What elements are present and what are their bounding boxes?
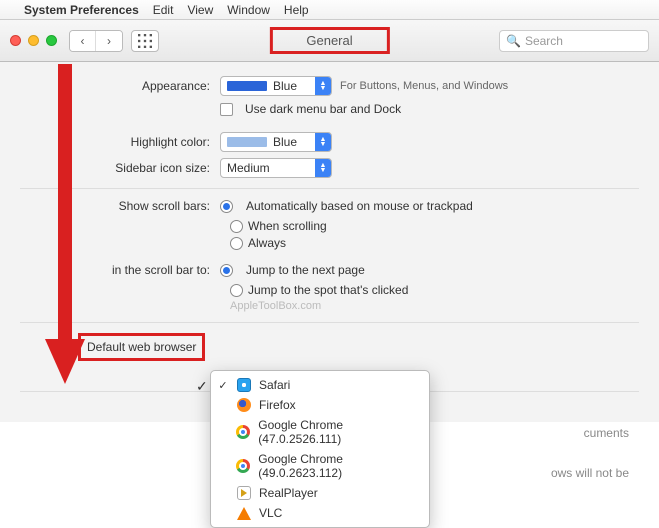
minimize-button[interactable] xyxy=(28,35,39,46)
dropdown-item-chrome-49[interactable]: Google Chrome (49.0.2623.112) xyxy=(211,449,429,483)
grid-icon xyxy=(138,34,152,48)
chevron-updown-icon: ▲▼ xyxy=(315,133,331,151)
chevron-updown-icon: ▲▼ xyxy=(315,159,331,177)
dropdown-item-vlc[interactable]: VLC xyxy=(211,503,429,523)
scrollclick-radio-spot[interactable] xyxy=(230,284,243,297)
default-browser-label: Default web browser xyxy=(78,333,205,361)
obscured-text: ows will not be xyxy=(551,466,629,480)
appearance-select[interactable]: Blue ▲▼ xyxy=(220,76,332,96)
back-button[interactable]: ‹ xyxy=(70,31,96,51)
divider xyxy=(20,322,639,323)
view-menu[interactable]: View xyxy=(187,3,213,17)
help-menu[interactable]: Help xyxy=(284,3,309,17)
search-icon: 🔍 xyxy=(506,34,521,48)
appearance-label: Appearance: xyxy=(20,79,220,93)
scrollbars-radio-when[interactable] xyxy=(230,220,243,233)
dropdown-item-firefox[interactable]: Firefox xyxy=(211,395,429,415)
dark-mode-checkbox[interactable] xyxy=(220,103,233,116)
search-field[interactable]: 🔍 Search xyxy=(499,30,649,52)
scrollbars-radio-always[interactable] xyxy=(230,237,243,250)
highlight-value: Blue xyxy=(273,135,315,149)
scrollbars-option-2: Always xyxy=(248,236,286,250)
obscured-text: cuments xyxy=(584,426,629,440)
highlight-select[interactable]: Blue ▲▼ xyxy=(220,132,332,152)
menubar: System Preferences Edit View Window Help xyxy=(0,0,659,20)
forward-button[interactable]: › xyxy=(96,31,122,51)
dropdown-label: Firefox xyxy=(259,398,296,412)
scrollbars-option-1: When scrolling xyxy=(248,219,327,233)
dropdown-label: Google Chrome (49.0.2623.112) xyxy=(258,452,419,480)
traffic-lights xyxy=(10,35,57,46)
close-button[interactable] xyxy=(10,35,21,46)
sidebar-size-select[interactable]: Medium ▲▼ xyxy=(220,158,332,178)
dropdown-label: RealPlayer xyxy=(259,486,318,500)
vlc-icon xyxy=(237,507,251,520)
highlight-label: Highlight color: xyxy=(20,135,220,149)
checkmark-icon: ✓ xyxy=(217,379,229,392)
safari-icon xyxy=(237,378,251,392)
scrollbars-radio-auto[interactable] xyxy=(220,200,233,213)
appearance-value: Blue xyxy=(273,79,315,93)
realplayer-icon xyxy=(237,486,251,500)
firefox-icon xyxy=(237,398,251,412)
scrollclick-radio-page[interactable] xyxy=(220,264,233,277)
window-toolbar: ‹ › General 🔍 Search xyxy=(0,20,659,62)
checkmark-icon: ✓ xyxy=(196,378,208,395)
chrome-icon xyxy=(236,459,250,473)
search-placeholder: Search xyxy=(525,34,563,48)
chrome-icon xyxy=(236,425,250,439)
dropdown-label: VLC xyxy=(259,506,282,520)
dark-mode-label: Use dark menu bar and Dock xyxy=(245,102,401,116)
nav-segment: ‹ › xyxy=(69,30,123,52)
window-title: General xyxy=(269,27,389,54)
app-menu[interactable]: System Preferences xyxy=(24,3,139,17)
appearance-hint: For Buttons, Menus, and Windows xyxy=(340,80,508,92)
zoom-button[interactable] xyxy=(46,35,57,46)
sidebar-size-label: Sidebar icon size: xyxy=(20,161,220,175)
default-browser-dropdown[interactable]: ✓ Safari Firefox Google Chrome (47.0.2526… xyxy=(210,370,430,528)
chevron-updown-icon: ▲▼ xyxy=(315,77,331,95)
scrollclick-option-0: Jump to the next page xyxy=(246,263,365,277)
divider xyxy=(20,188,639,189)
dropdown-item-safari[interactable]: ✓ Safari xyxy=(211,375,429,395)
edit-menu[interactable]: Edit xyxy=(153,3,174,17)
dropdown-item-realplayer[interactable]: RealPlayer xyxy=(211,483,429,503)
watermark-text: AppleToolBox.com xyxy=(230,300,639,312)
color-swatch-icon xyxy=(227,81,267,91)
scrollbars-label: Show scroll bars: xyxy=(20,199,220,213)
scrollbars-option-0: Automatically based on mouse or trackpad xyxy=(246,199,473,213)
show-all-button[interactable] xyxy=(131,30,159,52)
sidebar-size-value: Medium xyxy=(227,161,315,175)
dropdown-label: Google Chrome (47.0.2526.111) xyxy=(258,418,419,446)
dropdown-item-chrome-47[interactable]: Google Chrome (47.0.2526.111) xyxy=(211,415,429,449)
scrollclick-option-1: Jump to the spot that's clicked xyxy=(248,283,408,297)
dropdown-label: Safari xyxy=(259,378,290,392)
prefs-content: Appearance: Blue ▲▼ For Buttons, Menus, … xyxy=(0,62,659,422)
color-swatch-icon xyxy=(227,137,267,147)
window-menu[interactable]: Window xyxy=(227,3,270,17)
scrollclick-label: in the scroll bar to: xyxy=(20,263,220,277)
window-title-wrap: General xyxy=(269,33,389,48)
